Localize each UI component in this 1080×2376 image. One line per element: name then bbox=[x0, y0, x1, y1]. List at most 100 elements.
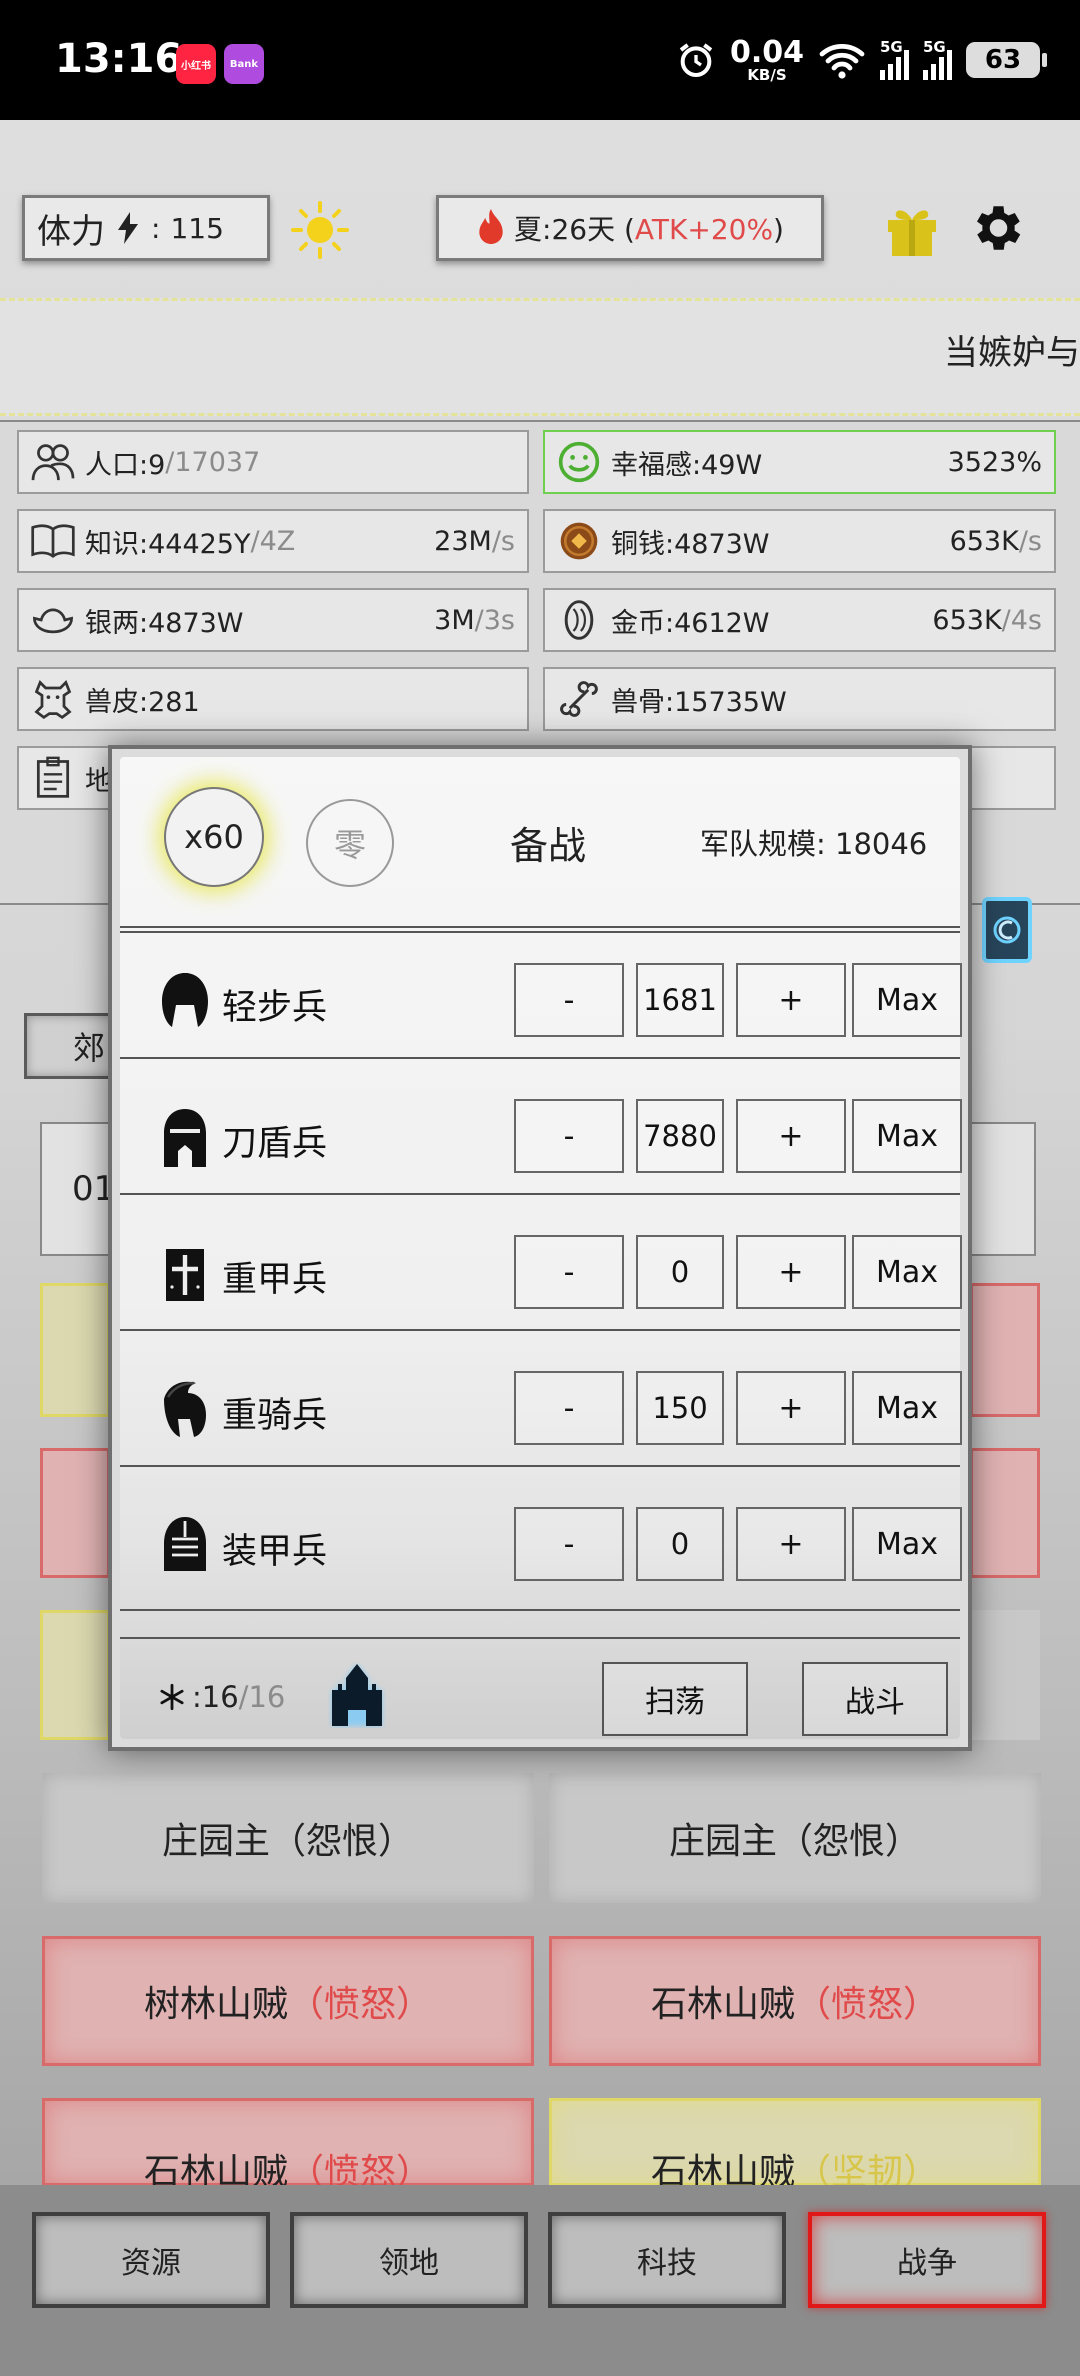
max-button[interactable]: Max bbox=[852, 1371, 962, 1445]
battle-prep-dialog: x60 零 备战 军队规模: 18046 轻步兵 - 1681 + Max 刀盾… bbox=[108, 745, 972, 1751]
nav-territory[interactable]: 领地 bbox=[290, 2212, 528, 2308]
increase-button[interactable]: + bbox=[736, 1507, 846, 1581]
resource-rate: 3M bbox=[434, 604, 475, 636]
unit-name: 刀盾兵 bbox=[222, 1124, 328, 1164]
resource-happiness: 幸福感:49W 3523% bbox=[543, 430, 1056, 494]
nav-technology[interactable]: 科技 bbox=[548, 2212, 786, 2308]
season-text: 夏:26天 ( bbox=[514, 213, 635, 246]
button-label: + bbox=[778, 1118, 804, 1154]
button-label: 战斗 bbox=[845, 1685, 905, 1720]
target-card[interactable]: 庄园主 （怨恨） bbox=[42, 1773, 534, 1903]
unit-row-armored: 装甲兵 - 0 + Max bbox=[120, 1481, 962, 1611]
max-button[interactable]: Max bbox=[852, 963, 962, 1037]
target-card[interactable]: 树林山贼 （愤怒） bbox=[42, 1936, 534, 2066]
button-label: - bbox=[563, 1118, 575, 1154]
target-card-peek[interactable] bbox=[40, 1283, 110, 1417]
target-card[interactable]: 石林山贼 （愤怒） bbox=[549, 1936, 1041, 2066]
target-card-peek[interactable] bbox=[970, 1283, 1040, 1417]
quantity-value: 150 bbox=[652, 1391, 708, 1425]
decrease-button[interactable]: - bbox=[514, 1099, 624, 1173]
multiplier-label: x60 bbox=[184, 818, 244, 856]
resource-label: 兽皮:281 bbox=[85, 686, 200, 718]
status-bar: 13:16 小红书 Bank 0.04 KB/S 5G 5G 63 bbox=[0, 0, 1080, 120]
light-infantry-helmet-icon bbox=[162, 973, 208, 1027]
unit-row-sword-shield: 刀盾兵 - 7880 + Max bbox=[120, 1073, 962, 1203]
quantity-field[interactable]: 150 bbox=[636, 1371, 724, 1445]
divider bbox=[120, 926, 960, 933]
target-tag: （愤怒） bbox=[795, 1984, 940, 2025]
dialog-title: 备战 bbox=[510, 824, 587, 868]
divider bbox=[120, 1057, 960, 1060]
sun-icon[interactable] bbox=[290, 200, 350, 260]
increase-button[interactable]: + bbox=[736, 1099, 846, 1173]
resource-hide: 兽皮:281 bbox=[17, 667, 529, 731]
decrease-button[interactable]: - bbox=[514, 963, 624, 1037]
dialog-footer: :16/16 扫荡 战斗 bbox=[120, 1642, 960, 1747]
target-card-peek[interactable] bbox=[970, 1610, 1040, 1740]
target-card[interactable]: 石林山贼 （愤怒） bbox=[42, 2098, 534, 2193]
copper-coin-icon bbox=[557, 519, 601, 563]
army-size: 军队规模: 18046 bbox=[700, 821, 927, 863]
decrease-button[interactable]: - bbox=[514, 1235, 624, 1309]
quantity-field[interactable]: 1681 bbox=[636, 963, 724, 1037]
alarm-icon bbox=[679, 43, 713, 77]
multiplier-button[interactable]: x60 bbox=[164, 787, 264, 887]
decrease-button[interactable]: - bbox=[514, 1507, 624, 1581]
status-time: 13:16 bbox=[55, 36, 183, 82]
castle-icon[interactable] bbox=[328, 1662, 386, 1728]
lightning-icon bbox=[118, 212, 138, 244]
resource-rate: 23M bbox=[434, 525, 492, 557]
target-card-peek[interactable] bbox=[40, 1448, 110, 1578]
app-badge-label: Bank bbox=[229, 58, 259, 70]
zero-button[interactable]: 零 bbox=[306, 799, 394, 887]
quantity-field[interactable]: 7880 bbox=[636, 1099, 724, 1173]
resource-rate: 3523% bbox=[947, 446, 1042, 478]
decrease-button[interactable]: - bbox=[514, 1371, 624, 1445]
increase-button[interactable]: + bbox=[736, 1235, 846, 1309]
quantity-value: 7880 bbox=[643, 1119, 717, 1153]
increase-button[interactable]: + bbox=[736, 1371, 846, 1445]
xiaohongshu-app-icon: 小红书 bbox=[176, 44, 216, 84]
button-label: + bbox=[778, 1254, 804, 1290]
tarot-card-icon[interactable] bbox=[980, 895, 1034, 965]
resource-label: 银两:4873W bbox=[85, 607, 244, 639]
smile-icon bbox=[557, 440, 601, 484]
quantity-field[interactable]: 0 bbox=[636, 1507, 724, 1581]
quantity-field[interactable]: 0 bbox=[636, 1235, 724, 1309]
snowflake-icon bbox=[160, 1683, 184, 1711]
max-button[interactable]: Max bbox=[852, 1235, 962, 1309]
target-card-peek[interactable] bbox=[40, 1610, 110, 1740]
target-card[interactable]: 石林山贼 （坚韧） bbox=[549, 2098, 1041, 2193]
target-card-peek[interactable] bbox=[970, 1448, 1040, 1578]
divider bbox=[120, 1193, 960, 1196]
button-label: 扫荡 bbox=[645, 1685, 705, 1720]
nav-resources[interactable]: 资源 bbox=[32, 2212, 270, 2308]
gift-icon[interactable] bbox=[884, 200, 940, 258]
target-card[interactable]: 庄园主 （怨恨） bbox=[549, 1773, 1041, 1903]
sweep-button[interactable]: 扫荡 bbox=[602, 1662, 748, 1736]
stamina-separator: : bbox=[151, 211, 161, 245]
max-button[interactable]: Max bbox=[852, 1099, 962, 1173]
nav-war[interactable]: 战争 bbox=[808, 2212, 1046, 2308]
button-label: + bbox=[778, 1526, 804, 1562]
resource-cap: /17037 bbox=[165, 446, 261, 478]
net-speed: 0.04 KB/S bbox=[729, 34, 804, 83]
people-icon bbox=[31, 440, 75, 484]
silver-ingot-icon bbox=[31, 598, 75, 642]
target-tag: （愤怒） bbox=[288, 1984, 433, 2025]
stamina-value: 115 bbox=[170, 211, 224, 245]
net-speed-value: 0.04 bbox=[729, 34, 804, 70]
increase-button[interactable]: + bbox=[736, 963, 846, 1037]
max-button[interactable]: Max bbox=[852, 1507, 962, 1581]
battery-icon: 63 bbox=[966, 42, 1047, 78]
resource-bone: 兽骨:15735W bbox=[543, 667, 1056, 731]
signal-label: 5G bbox=[923, 38, 946, 56]
battery-level: 63 bbox=[984, 45, 1022, 75]
battle-button[interactable]: 战斗 bbox=[802, 1662, 948, 1736]
ticker-text: 当嫉妒与 bbox=[944, 333, 1080, 373]
button-label: Max bbox=[875, 1118, 939, 1154]
map-icon bbox=[31, 756, 75, 800]
season-suffix: ) bbox=[773, 213, 784, 246]
quantity-value: 0 bbox=[670, 1255, 690, 1289]
settings-gear-icon[interactable] bbox=[966, 198, 1026, 258]
